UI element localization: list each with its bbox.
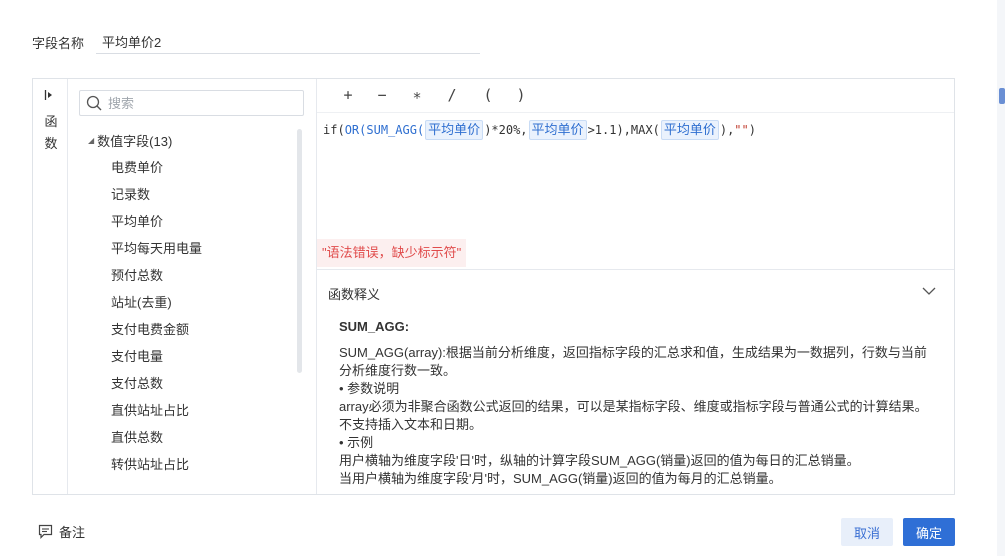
note-label: 备注	[59, 525, 86, 540]
field-list: 电费单价 记录数 平均单价 平均每天用电量 预付总数 站址(去重) 支付电费金额…	[111, 154, 202, 478]
op-minus-button[interactable]: −	[372, 86, 392, 104]
explanation-line: • 示例	[339, 435, 374, 450]
op-rparen-button[interactable]: )	[511, 86, 531, 104]
field-item[interactable]: 支付电量	[111, 343, 202, 370]
formula-token: ""	[734, 123, 749, 137]
scroll-indicator	[999, 88, 1005, 104]
formula-token: if(	[323, 123, 345, 137]
field-item[interactable]: 平均单价	[111, 208, 202, 235]
confirm-button[interactable]: 确定	[903, 518, 955, 546]
function-name: SUM_AGG:	[339, 319, 410, 334]
function-explanation: 函数释义 SUM_AGG: SUM_AGG(array):根据当前分析维度，返回…	[317, 269, 954, 494]
formula-token: >1.1),	[587, 123, 631, 137]
formula-token: MAX(	[630, 123, 660, 137]
formula-token: OR(	[344, 123, 367, 137]
cancel-button[interactable]: 取消	[841, 518, 893, 546]
op-lparen-button[interactable]: (	[478, 86, 498, 104]
field-item[interactable]: 支付电费金额	[111, 316, 202, 343]
page-scrollbar[interactable]	[997, 0, 1005, 556]
search-icon	[86, 95, 102, 111]
field-name-label: 字段名称	[32, 35, 85, 51]
field-item[interactable]: 平均每天用电量	[111, 235, 202, 262]
field-item[interactable]: 转供站址占比	[111, 451, 202, 478]
explanation-line: 当用户横轴为维度字段'月'时，SUM_AGG(销量)返回的值为每月的汇总销量。	[339, 471, 782, 486]
field-item[interactable]: 支付总数	[111, 370, 202, 397]
explanation-title: 函数释义	[328, 287, 381, 302]
op-plus-button[interactable]: +	[338, 86, 358, 104]
field-item[interactable]: 记录数	[111, 181, 202, 208]
operator-bar: + − ∗ / ( )	[317, 79, 954, 113]
formula-text[interactable]: if( OR( SUM_AGG( 平均单价 )*20%, 平均单价 >1.1),…	[323, 120, 756, 140]
op-multiply-button[interactable]: ∗	[407, 86, 427, 104]
function-rail[interactable]: 函 数	[33, 79, 68, 494]
field-item[interactable]: 预付总数	[111, 262, 202, 289]
formula-editor: 函 数 ◢ 数值字段(13) 电费单价 记录数 平均单价 平均每天用电量 预付总…	[32, 78, 955, 495]
field-name-input[interactable]	[96, 30, 480, 54]
field-item[interactable]: 直供总数	[111, 424, 202, 451]
caret-down-icon: ◢	[88, 136, 95, 145]
expand-functions-icon[interactable]	[44, 89, 56, 104]
field-chip[interactable]: 平均单价	[660, 120, 719, 140]
fields-panel: ◢ 数值字段(13) 电费单价 记录数 平均单价 平均每天用电量 预付总数 站址…	[68, 79, 317, 494]
formula-token: ),	[719, 123, 735, 137]
tree-group-label: 数值字段(13)	[97, 134, 173, 149]
chevron-down-icon[interactable]	[922, 284, 936, 299]
field-item[interactable]: 站址(去重)	[111, 289, 202, 316]
field-chip[interactable]: 平均单价	[425, 120, 484, 140]
function-rail-char: 数	[44, 136, 58, 151]
field-item[interactable]: 电费单价	[111, 154, 202, 181]
formula-token: SUM_AGG(	[366, 123, 425, 137]
op-divide-button[interactable]: /	[442, 86, 462, 104]
explanation-line: SUM_AGG(array):根据当前分析维度，返回指标字段的汇总求和值，生成结…	[339, 345, 927, 378]
field-name-row: 字段名称	[32, 30, 480, 54]
note-icon	[38, 524, 53, 539]
formula-token: )	[748, 123, 756, 137]
formula-token: )*20%,	[484, 123, 528, 137]
tree-group-numeric[interactable]: ◢ 数值字段(13)	[88, 131, 172, 150]
explanation-line: array必须为非聚合函数公式返回的结果，可以是某指标字段、维度或指标字段与普通…	[339, 399, 928, 432]
explanation-line: • 参数说明	[339, 381, 400, 396]
field-chip[interactable]: 平均单价	[528, 120, 587, 140]
search-input[interactable]	[108, 95, 288, 111]
explanation-line: 用户横轴为维度字段'日'时，纵轴的计算字段SUM_AGG(销量)返回的值为每日的…	[339, 453, 860, 468]
syntax-error-message: "语法错误，缺少标示符"	[317, 239, 467, 267]
explanation-body: SUM_AGG: SUM_AGG(array):根据当前分析维度，返回指标字段的…	[339, 318, 939, 488]
field-item[interactable]: 直供站址占比	[111, 397, 202, 424]
field-search[interactable]	[79, 90, 304, 116]
field-list-scrollbar[interactable]	[297, 129, 302, 373]
function-rail-char: 函	[44, 114, 58, 129]
note-button[interactable]: 备注	[38, 522, 85, 541]
